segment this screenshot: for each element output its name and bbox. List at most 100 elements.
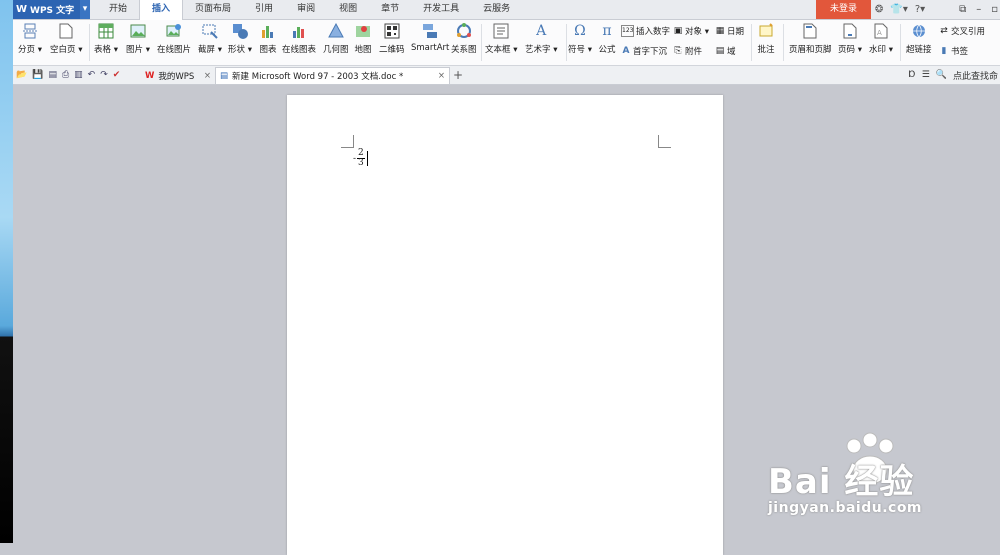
login-button[interactable]: 未登录	[816, 0, 871, 19]
screenshot-button[interactable]: 截屏 ▾	[198, 22, 222, 55]
comment-icon	[757, 22, 775, 40]
search-icon[interactable]: 🔍	[936, 70, 947, 80]
shirt-icon[interactable]: 👕▾	[890, 4, 907, 15]
window-controls: ⧉ – ▫	[959, 0, 998, 19]
wordart-button[interactable]: A 艺术字 ▾	[525, 22, 557, 55]
field-button[interactable]: ▤ 域	[715, 45, 736, 57]
print-icon[interactable]: ⎙	[62, 70, 69, 80]
omega-icon: Ω	[574, 23, 586, 39]
new-tab-button[interactable]: +	[453, 66, 463, 84]
hyperlink-button[interactable]: 超链接	[906, 22, 932, 55]
minimize-icon[interactable]: –	[976, 4, 981, 15]
tab-current-document[interactable]: ▤ 新建 Microsoft Word 97 - 2003 文档.doc * ×	[215, 67, 450, 84]
app-menu-button[interactable]: W WPS 文字 ▾	[13, 0, 90, 19]
comment-button[interactable]: 批注	[757, 22, 775, 55]
table-button[interactable]: 表格 ▾	[94, 22, 118, 55]
maximize-icon[interactable]: ▫	[991, 4, 998, 15]
blank-page-icon	[57, 22, 75, 40]
cross-reference-icon: ⇄	[940, 26, 948, 36]
dropcap-label: 首字下沉	[633, 47, 668, 57]
smartart-button[interactable]: SmartArt	[411, 22, 449, 53]
qrcode-button[interactable]: 二维码	[379, 22, 405, 55]
blank-page-button[interactable]: 空白页 ▾	[50, 22, 82, 55]
picture-button[interactable]: 图片 ▾	[126, 22, 150, 55]
geometry-label: 几何图	[323, 45, 349, 55]
object-label: 对象 ▾	[685, 27, 709, 37]
list-icon[interactable]: ☰	[922, 70, 930, 80]
close-icon[interactable]: ×	[204, 71, 211, 81]
attachment-button[interactable]: ⎘ 附件	[673, 45, 702, 57]
page-break-label: 分页 ▾	[18, 45, 42, 55]
online-picture-label: 在线图片	[157, 45, 192, 55]
svg-text:A: A	[877, 29, 882, 37]
insert-number-button[interactable]: 123 插入数字	[621, 25, 670, 37]
ribbon-separator	[900, 24, 901, 61]
document-page[interactable]: - 2 3	[287, 95, 723, 555]
app-menu-dropdown-icon[interactable]: ▾	[80, 0, 90, 19]
geometry-button[interactable]: 几何图	[323, 22, 349, 55]
comment-label: 批注	[757, 45, 775, 55]
geometry-icon	[327, 22, 345, 40]
header-footer-button[interactable]: 页眉和页脚	[789, 22, 832, 55]
restore-doc-icon[interactable]: ⧉	[959, 4, 966, 15]
date-button[interactable]: ▦ 日期	[715, 25, 744, 37]
redo-icon[interactable]: ↷	[100, 70, 108, 80]
checkmark-icon[interactable]: ✔	[113, 70, 121, 80]
formula-button[interactable]: π 公式	[598, 22, 616, 55]
cross-reference-button[interactable]: ⇄ 交叉引用	[939, 25, 985, 37]
object-button[interactable]: ▣ 对象 ▾	[673, 25, 709, 37]
help-icon[interactable]: ?▾	[915, 4, 925, 15]
calendar-icon: ▦	[715, 26, 725, 36]
command-search-label[interactable]: 点此查找命	[953, 69, 998, 82]
export-pdf-icon[interactable]: ▤	[48, 70, 57, 80]
field-label: 域	[727, 47, 736, 57]
save-icon[interactable]: 💾	[32, 70, 43, 80]
tab-page-layout[interactable]: 页面布局	[183, 0, 243, 19]
watermark-button[interactable]: A 水印 ▾	[869, 22, 893, 55]
tab-cloud[interactable]: 云服务	[471, 0, 522, 19]
online-chart-button[interactable]: 在线图表	[282, 22, 316, 55]
header-footer-icon	[801, 22, 819, 40]
undo-icon[interactable]: ↶	[88, 70, 96, 80]
page-break-button[interactable]: 分页 ▾	[18, 22, 42, 55]
map-button[interactable]: 地图	[354, 22, 372, 55]
tab-references[interactable]: 引用	[243, 0, 285, 19]
blank-page-label: 空白页 ▾	[50, 45, 83, 55]
ribbon-separator	[751, 24, 752, 61]
skin-icon[interactable]: ❂	[875, 4, 883, 15]
tab-my-wps[interactable]: W 我的WPS ×	[141, 67, 215, 84]
shape-label: 形状 ▾	[228, 45, 252, 55]
tab-review[interactable]: 审阅	[285, 0, 327, 19]
margin-marker-top-right	[658, 135, 671, 148]
screenshot-icon	[201, 22, 219, 40]
symbol-button[interactable]: Ω 符号 ▾	[568, 22, 592, 55]
symbol-label: 符号 ▾	[568, 45, 592, 55]
tab-home[interactable]: 开始	[97, 0, 139, 19]
relation-chart-label: 关系图	[451, 45, 477, 55]
tab-insert[interactable]: 插入	[139, 0, 184, 20]
tab-view[interactable]: 视图	[327, 0, 369, 19]
relation-chart-icon	[455, 22, 473, 40]
page-number-icon	[841, 22, 859, 40]
tab-section[interactable]: 章节	[369, 0, 411, 19]
bookmark-button[interactable]: ▮ 书签	[939, 45, 969, 57]
dropcap-button[interactable]: A 首字下沉	[621, 45, 668, 57]
tab-developer[interactable]: 开发工具	[411, 0, 471, 19]
page-number-button[interactable]: 页码 ▾	[838, 22, 862, 55]
wps-icon: W	[145, 70, 155, 81]
shape-button[interactable]: 形状 ▾	[228, 22, 252, 55]
print-preview-icon[interactable]: ▥	[74, 70, 83, 80]
dropcap-icon: A	[622, 46, 630, 56]
globe-link-icon	[910, 22, 928, 40]
open-folder-icon[interactable]: 📂	[16, 70, 27, 80]
equation[interactable]: - 2 3	[353, 149, 368, 168]
quick-access-toolbar: 📂 💾 ▤ ⎙ ▥ ↶ ↷ ✔	[16, 66, 120, 84]
desktop-background	[0, 0, 13, 543]
close-icon[interactable]: ×	[438, 71, 445, 81]
sidebar-toggle-icon[interactable]: Ɒ	[909, 70, 916, 80]
chart-button[interactable]: 图表	[259, 22, 277, 55]
shape-icon	[231, 22, 249, 40]
relation-chart-button[interactable]: 关系图	[451, 22, 477, 55]
online-picture-button[interactable]: 在线图片	[157, 22, 191, 55]
textbox-button[interactable]: 文本框 ▾	[485, 22, 517, 55]
